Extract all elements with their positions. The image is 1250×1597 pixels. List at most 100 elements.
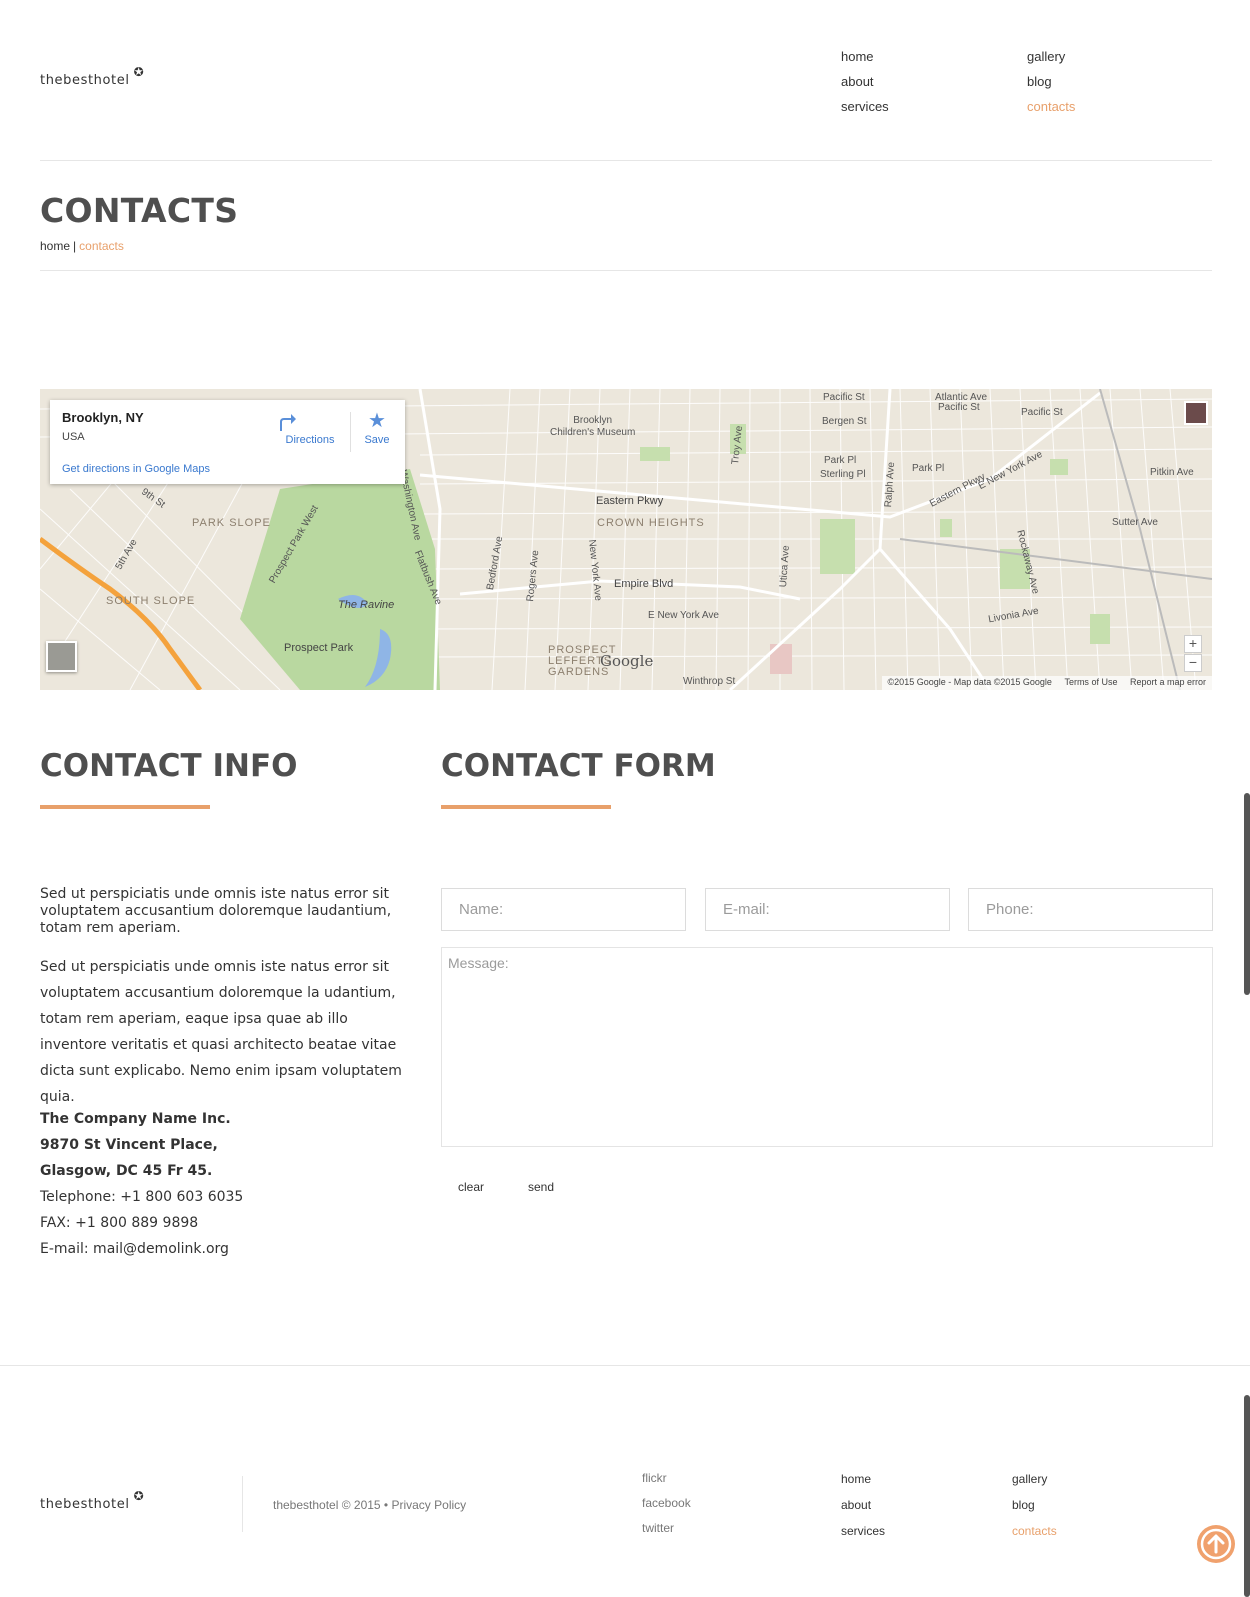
breadcrumb-current: contacts: [79, 239, 124, 253]
google-maps-directions-link[interactable]: Get directions in Google Maps: [62, 463, 210, 475]
scrollbar-thumb[interactable]: [1244, 793, 1250, 995]
map-label-e-new-york-ave-2: E New York Ave: [648, 610, 719, 621]
breadcrumb-home[interactable]: home: [40, 239, 70, 253]
map-label-sterling-pl: Sterling Pl: [820, 469, 866, 480]
telephone: Telephone: +1 800 603 6035: [40, 1189, 244, 1205]
twitter-link[interactable]: twitter: [642, 1516, 782, 1541]
star-icon: ★: [368, 410, 386, 432]
footer-social-links: flickr facebook twitter: [642, 1466, 782, 1541]
message-placeholder: Message:: [448, 955, 509, 971]
main-nav-column-1: home about services: [841, 44, 991, 119]
map-label-pitkin-ave: Pitkin Ave: [1150, 467, 1194, 478]
google-logo: Google: [600, 652, 654, 670]
name-field[interactable]: Name:: [441, 888, 686, 931]
directions-button[interactable]: Directions: [275, 410, 345, 446]
page-title: CONTACTS: [40, 191, 239, 230]
footer-nav-gallery[interactable]: gallery: [1012, 1466, 1152, 1492]
map-label-winthrop-st: Winthrop St: [683, 676, 736, 687]
map-copyright: ©2015 Google - Map data ©2015 Google: [887, 677, 1052, 687]
info-window-subtitle: USA: [62, 431, 85, 443]
map-label-south-slope: SOUTH SLOPE: [106, 595, 196, 607]
site-logo[interactable]: thebesthotel✪: [40, 65, 144, 88]
map-label-empire-blvd: Empire Blvd: [614, 578, 674, 590]
fax: FAX: +1 800 889 9898: [40, 1215, 199, 1231]
map-label-park-pl-2: Park Pl: [912, 463, 945, 474]
logo-mark-icon: ✪: [133, 65, 145, 79]
message-field[interactable]: Message:: [441, 947, 1213, 1147]
copyright-text: thebesthotel © 2015 •: [273, 1498, 389, 1512]
map-label-park-pl-1: Park Pl: [824, 455, 857, 466]
save-label: Save: [364, 434, 390, 446]
footer-nav-blog[interactable]: blog: [1012, 1492, 1152, 1518]
map-label-pacific-st-1: Pacific St: [823, 392, 865, 403]
email-address: E-mail: mail@demolink.org: [40, 1241, 229, 1257]
nav-item-blog[interactable]: blog: [1027, 69, 1177, 94]
map-label-pacific-st-2: Pacific St: [938, 402, 980, 413]
map-label-sutter-ave: Sutter Ave: [1112, 517, 1158, 528]
map-label-park-slope: PARK SLOPE: [192, 517, 271, 529]
logo-text: thebesthotel: [40, 73, 130, 88]
flickr-link[interactable]: flickr: [642, 1466, 782, 1491]
footer-scrollbar-thumb[interactable]: [1244, 1395, 1250, 1597]
contact-info-description: Sed ut perspiciatis unde omnis iste natu…: [40, 959, 402, 1105]
directions-icon: [275, 410, 345, 434]
nav-item-home[interactable]: home: [841, 44, 991, 69]
email-field[interactable]: E-mail:: [705, 888, 950, 931]
contact-info-title: CONTACT INFO: [40, 748, 298, 784]
footer-nav-home[interactable]: home: [841, 1466, 981, 1492]
arrow-up-circle-icon: [1200, 1528, 1232, 1560]
address-line-1: 9870 St Vincent Place,: [40, 1137, 218, 1153]
breadcrumb: home | contacts: [40, 239, 124, 253]
map-label-bergen-st: Bergen St: [822, 416, 867, 427]
footer-nav-column-1: home about services: [841, 1466, 981, 1544]
contact-info-underline: [40, 805, 210, 809]
map-label-prospect-park: Prospect Park: [284, 642, 354, 654]
footer-logo[interactable]: thebesthotel✪: [40, 1489, 144, 1512]
scroll-to-top-button[interactable]: [1197, 1525, 1235, 1563]
facebook-link[interactable]: facebook: [642, 1491, 782, 1516]
title-divider: [40, 270, 1212, 271]
map-label-eastern-pkwy: Eastern Pkwy: [596, 495, 664, 507]
map-info-window: Brooklyn, NY USA Directions ★ Save Get d…: [50, 400, 405, 484]
map-label-crown-heights: CROWN HEIGHTS: [597, 517, 705, 529]
breadcrumb-separator: |: [73, 239, 77, 253]
footer-nav-about[interactable]: about: [841, 1492, 981, 1518]
email-placeholder: E-mail:: [723, 901, 770, 918]
footer-copyright: thebesthotel © 2015 • Privacy Policy: [273, 1498, 466, 1512]
footer-logo-text: thebesthotel: [40, 1497, 130, 1512]
header-divider: [40, 160, 1212, 161]
send-button[interactable]: send: [528, 1180, 554, 1194]
zoom-in-button[interactable]: +: [1184, 635, 1202, 653]
nav-item-contacts[interactable]: contacts: [1027, 94, 1177, 119]
footer-divider: [0, 1365, 1250, 1366]
address-line-2: Glasgow, DC 45 Fr 45.: [40, 1163, 213, 1179]
map-attribution: ©2015 Google - Map data ©2015 Google Ter…: [881, 676, 1212, 690]
contact-address: The Company Name Inc. 9870 St Vincent Pl…: [40, 1106, 410, 1262]
footer-nav-contacts[interactable]: contacts: [1012, 1518, 1152, 1544]
satellite-toggle[interactable]: [46, 641, 77, 672]
street-view-pegman-icon[interactable]: [1184, 401, 1208, 425]
company-name: The Company Name Inc.: [40, 1111, 231, 1127]
nav-item-services[interactable]: services: [841, 94, 991, 119]
google-map[interactable]: Atlantic Ave Pacific St Pacific St Pacif…: [40, 389, 1212, 690]
map-label-brooklyn-museum: Brooklyn Children's Museum: [550, 415, 636, 438]
footer-vertical-divider: [242, 1476, 243, 1532]
info-window-title: Brooklyn, NY: [62, 410, 144, 425]
footer-logo-mark-icon: ✪: [133, 1489, 145, 1503]
map-label-pacific-st-3: Pacific St: [1021, 407, 1063, 418]
nav-item-gallery[interactable]: gallery: [1027, 44, 1177, 69]
phone-field[interactable]: Phone:: [968, 888, 1213, 931]
directions-label: Directions: [285, 434, 335, 446]
footer-nav-services[interactable]: services: [841, 1518, 981, 1544]
name-placeholder: Name:: [459, 901, 504, 918]
map-terms-link[interactable]: Terms of Use: [1064, 677, 1117, 687]
clear-button[interactable]: clear: [458, 1180, 484, 1194]
zoom-out-button[interactable]: −: [1184, 654, 1202, 672]
save-button[interactable]: ★ Save: [355, 410, 399, 446]
contact-info-intro: Sed ut perspiciatis unde omnis iste natu…: [40, 886, 392, 936]
map-report-link[interactable]: Report a map error: [1130, 677, 1206, 687]
contact-form-title: CONTACT FORM: [441, 748, 716, 784]
nav-item-about[interactable]: about: [841, 69, 991, 94]
phone-placeholder: Phone:: [986, 901, 1034, 918]
privacy-policy-link[interactable]: Privacy Policy: [391, 1498, 466, 1512]
